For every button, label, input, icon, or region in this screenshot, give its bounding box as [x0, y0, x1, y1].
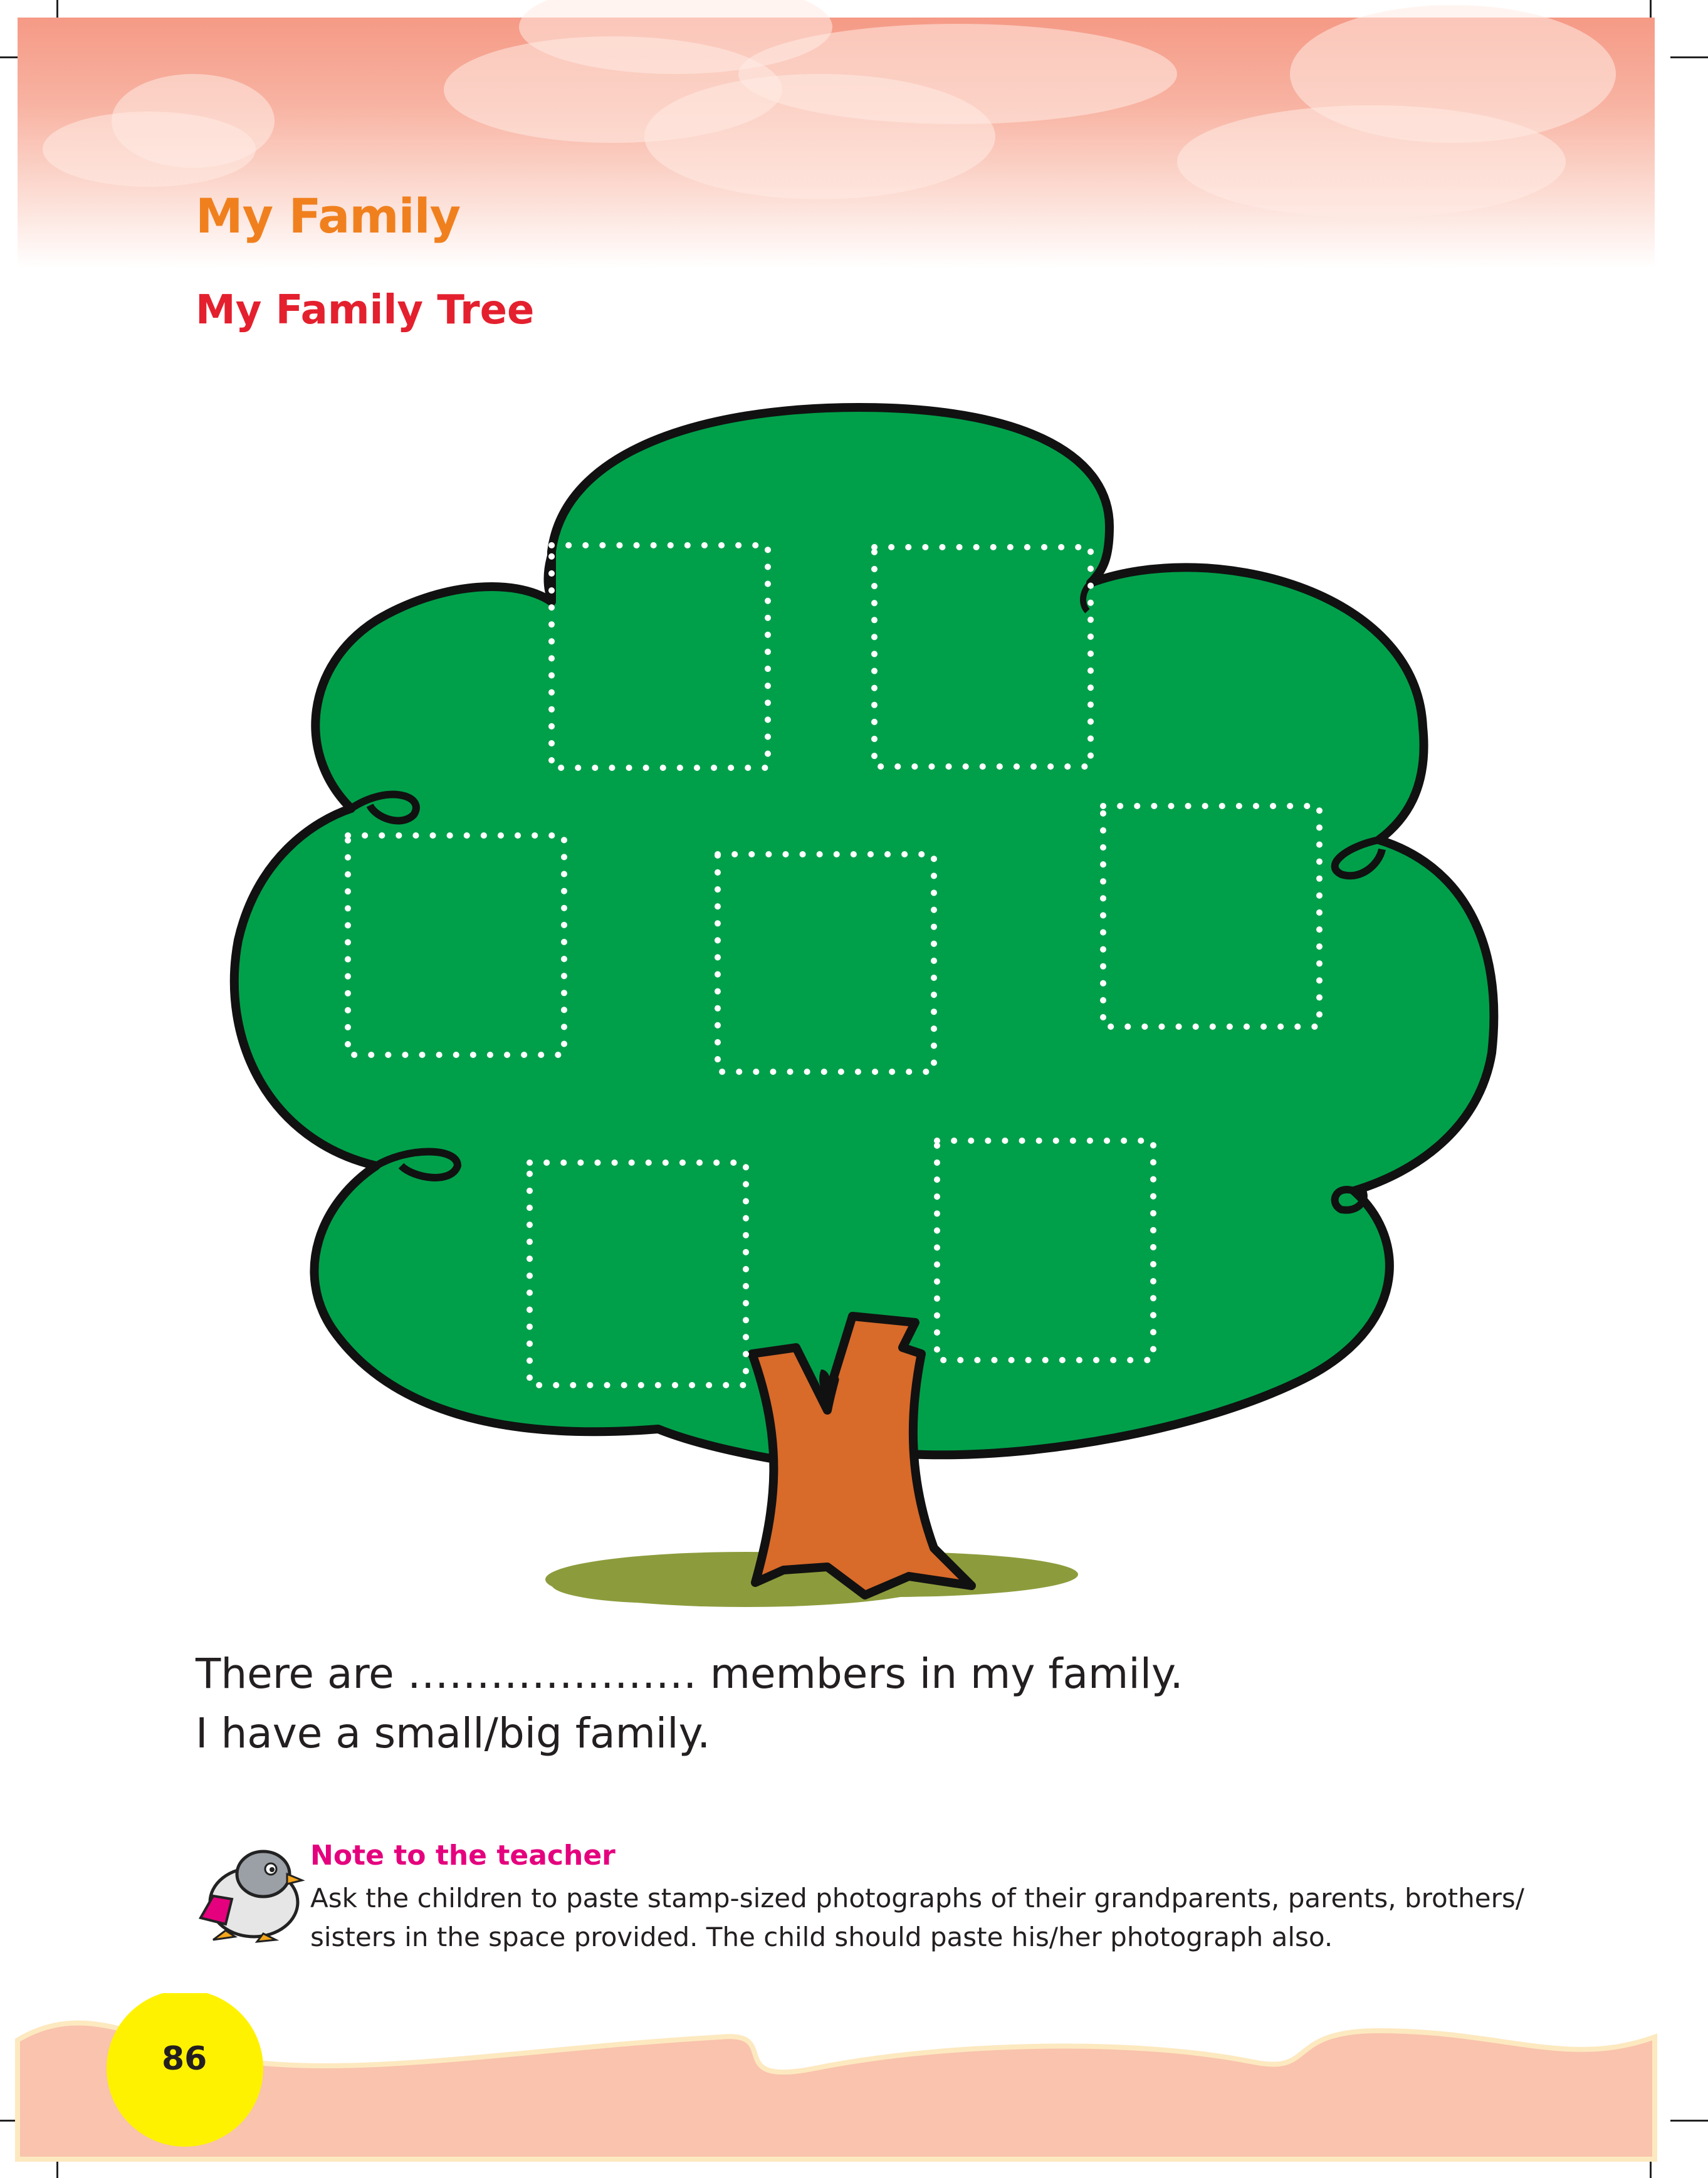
teacher-note-heading: Note to the teacher [310, 1840, 616, 1872]
penguin-with-book-icon [198, 1850, 305, 1943]
family-members-sentence: There are ………………… members in my family. [196, 1650, 1183, 1698]
teacher-note-line: Ask the children to paste stamp-sized ph… [310, 1883, 1524, 1914]
workbook-page: My Family My Family Tree There are ……………… [0, 0, 1708, 2178]
grass-patch [552, 1566, 777, 1603]
teacher-note-text: Ask the children to paste stamp-sized ph… [310, 1879, 1564, 1957]
page-number: 86 [162, 2040, 207, 2078]
family-size-sentence: I have a small/big family. [196, 1709, 711, 1757]
teacher-note-line: sisters in the space provided. The child… [310, 1922, 1333, 1952]
footer-wave-band [15, 1993, 1657, 2162]
